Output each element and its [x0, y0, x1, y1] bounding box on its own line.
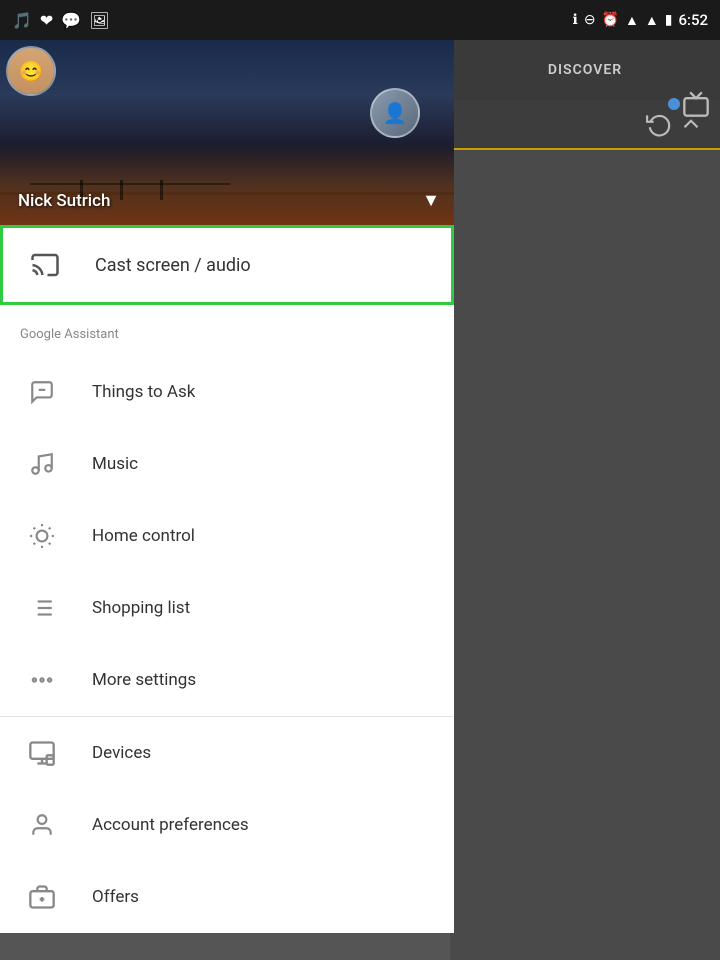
app-icon-2: ❤	[40, 11, 53, 30]
wifi-icon: ▲	[625, 12, 639, 29]
shopping-list-item[interactable]: Shopping list	[0, 572, 454, 644]
offers-icon	[20, 875, 64, 919]
profile-dropdown-icon[interactable]: ▼	[422, 190, 440, 211]
cast-screen-item[interactable]: Cast screen / audio	[0, 225, 454, 305]
list-icon	[20, 586, 64, 630]
shopping-list-label: Shopping list	[92, 598, 190, 618]
profile-name: Nick Sutrich	[18, 191, 110, 211]
devices-item[interactable]: Devices	[0, 717, 454, 789]
app-icon-3: 💬	[61, 11, 81, 30]
cast-icon	[23, 243, 67, 287]
home-control-item[interactable]: Home control	[0, 500, 454, 572]
music-icon	[20, 442, 64, 486]
devices-icon	[20, 731, 64, 775]
alarm-icon: ⏰	[602, 12, 619, 28]
more-icon	[20, 658, 64, 702]
offers-item[interactable]: Offers	[0, 861, 454, 933]
cast-item-label: Cast screen / audio	[95, 255, 251, 276]
things-to-ask-item[interactable]: Things to Ask	[0, 356, 454, 428]
more-settings-label: More settings	[92, 670, 196, 690]
sunset-overlay	[0, 145, 454, 225]
drawer: 😊 Nick Sutrich ▼ 👤 Cast screen / audio G…	[0, 40, 454, 960]
lightbulb-icon	[20, 514, 64, 558]
discover-title: DISCOVER	[466, 62, 704, 78]
right-panel: DISCOVER	[450, 40, 720, 960]
offers-label: Offers	[92, 887, 139, 907]
minus-icon: ⊖	[584, 12, 596, 28]
chat-icon	[20, 370, 64, 414]
top-right-avatar: 👤	[370, 88, 420, 138]
account-preferences-label: Account preferences	[92, 815, 249, 835]
avatar-small: 😊	[6, 46, 56, 96]
home-control-label: Home control	[92, 526, 195, 546]
google-assistant-label: Google Assistant	[0, 305, 454, 356]
drawer-menu: Cast screen / audio Google Assistant Thi…	[0, 225, 454, 933]
devices-label: Devices	[92, 743, 151, 763]
signal-icon: ▲	[645, 12, 659, 29]
account-icon	[20, 803, 64, 847]
avatar-image: 👤	[372, 90, 418, 136]
status-time: 6:52	[678, 11, 708, 29]
music-label: Music	[92, 454, 138, 474]
status-bar-left: 🎵 ❤ 💬 🖼	[12, 11, 110, 30]
status-bar: 🎵 ❤ 💬 🖼 ℹ ⊖ ⏰ ▲ ▲ ▮ 6:52	[0, 0, 720, 40]
avatar-face: 😊	[8, 48, 54, 94]
app-icon-4: 🖼	[89, 11, 109, 30]
battery-icon: ▮	[665, 12, 673, 28]
bluetooth-icon: ℹ	[573, 12, 578, 28]
cast-screen-icon-right	[682, 90, 710, 118]
status-bar-right: ℹ ⊖ ⏰ ▲ ▲ ▮ 6:52	[573, 11, 708, 29]
account-preferences-item[interactable]: Account preferences	[0, 789, 454, 861]
devices-badge-area	[668, 90, 710, 118]
music-item[interactable]: Music	[0, 428, 454, 500]
more-settings-item[interactable]: More settings	[0, 644, 454, 716]
things-to-ask-label: Things to Ask	[92, 382, 195, 402]
app-icon-1: 🎵	[12, 11, 32, 30]
